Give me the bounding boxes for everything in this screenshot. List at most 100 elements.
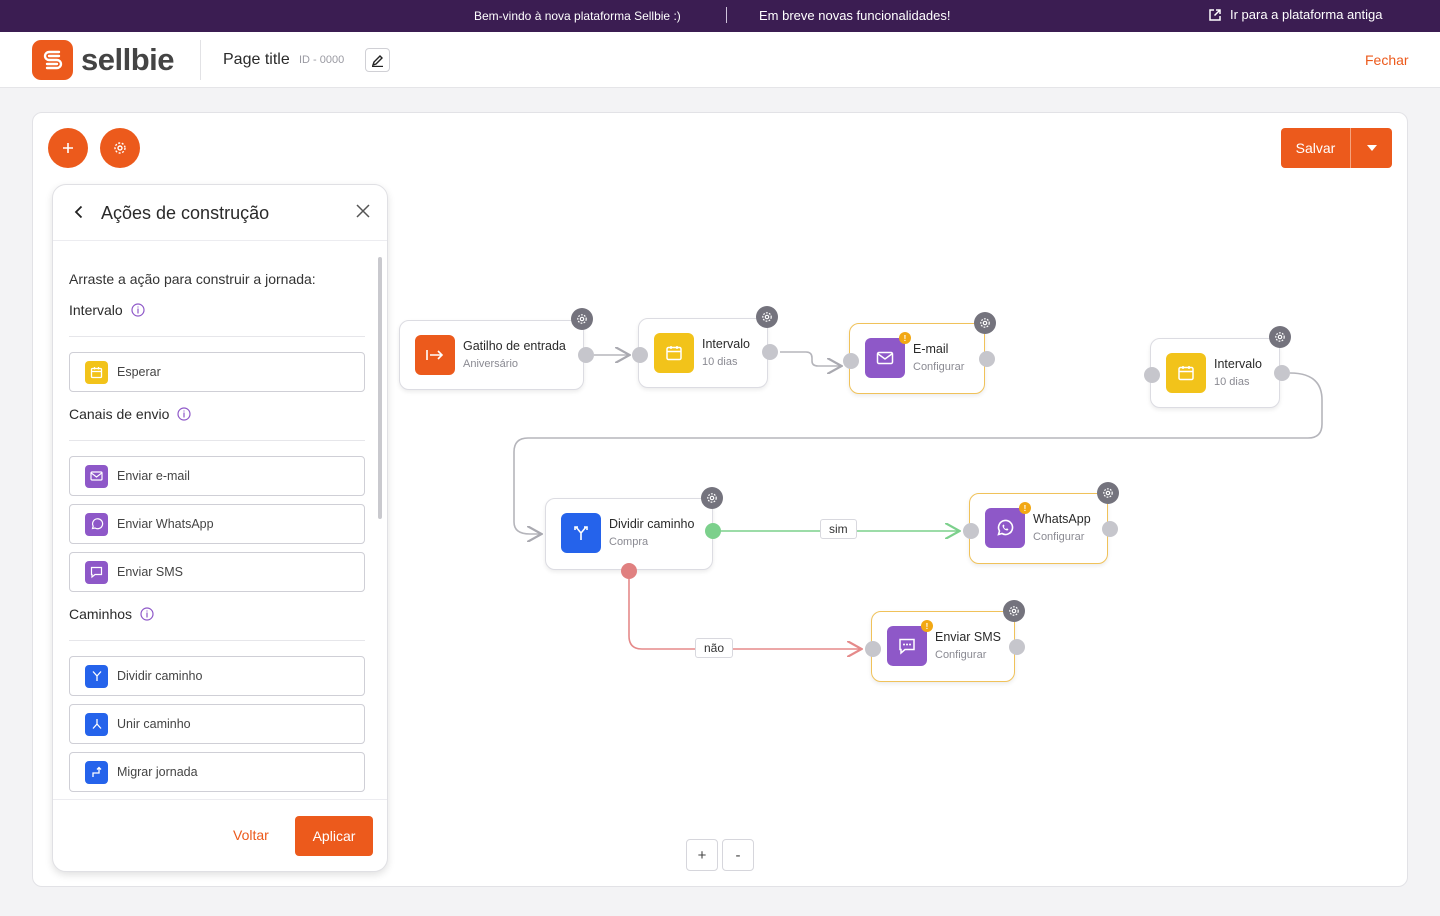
action-send-email[interactable]: Enviar e-mail [69,456,365,496]
zoom-in-button[interactable]: + [686,839,718,871]
node-interval[interactable]: Intervalo 10 dias [638,318,768,388]
gear-icon [980,318,990,328]
back-link[interactable]: Voltar [233,827,269,843]
node-settings-gear[interactable] [1269,326,1291,348]
gear-icon [707,493,717,503]
calendar-icon [654,333,694,373]
yes-label: sim [820,519,857,539]
section-title-channels: Canais de envio [69,406,192,422]
input-port[interactable] [963,523,979,539]
calendar-icon [85,360,108,384]
input-port[interactable] [632,347,648,363]
node-settings-gear[interactable] [1097,482,1119,504]
gear-icon [762,312,772,322]
section-label: Canais de envio [69,406,170,422]
output-port[interactable] [578,347,594,363]
node-subtitle: Compra [609,536,649,548]
action-label: Enviar e-mail [117,469,190,483]
split-icon [85,664,108,688]
node-title: Intervalo [702,337,750,351]
output-port[interactable] [979,351,995,367]
apply-button[interactable]: Aplicar [295,816,373,856]
back-icon[interactable] [71,204,87,220]
output-port[interactable] [762,344,778,360]
panel-scrollbar[interactable] [378,257,382,519]
node-settings-gear[interactable] [701,487,723,509]
warning-badge: ! [1019,502,1031,514]
node-settings-gear[interactable] [974,312,996,334]
merge-icon [85,712,108,736]
output-port[interactable] [1009,639,1025,655]
output-port[interactable] [1102,521,1118,537]
node-title: E-mail [913,342,949,356]
chat-icon [85,560,108,584]
node-interval[interactable]: Intervalo 10 dias [1150,338,1280,408]
action-label: Dividir caminho [117,669,203,683]
action-wait[interactable]: Esperar [69,352,365,392]
node-subtitle: Configurar [913,361,965,373]
connector-no-path [628,579,860,649]
node-title: Enviar SMS [935,630,1001,644]
no-label: não [695,638,734,658]
action-label: Esperar [117,365,161,379]
migrate-icon [85,760,108,784]
gear-icon [1103,488,1113,498]
calendar-icon [1166,353,1206,393]
section-divider [69,440,365,441]
panel-footer: Voltar Aplicar [53,799,387,871]
info-icon[interactable] [131,303,145,317]
node-title: Gatilho de entrada [463,339,566,353]
action-label: Unir caminho [117,717,191,731]
section-title-interval: Intervalo [69,302,145,318]
action-send-whatsapp[interactable]: Enviar WhatsApp [69,504,365,544]
node-subtitle: Configurar [1033,531,1085,543]
action-merge-path[interactable]: Unir caminho [69,704,365,744]
gear-icon [577,314,587,324]
node-entry-trigger[interactable]: Gatilho de entrada Aniversário [399,320,584,390]
node-subtitle: 10 dias [1214,376,1250,388]
zoom-out-button[interactable]: - [722,839,754,871]
node-settings-gear[interactable] [571,308,593,330]
node-split-path[interactable]: Dividir caminho Compra [545,498,713,570]
gear-icon [1009,606,1019,616]
action-label: Enviar SMS [117,565,183,579]
section-divider [69,640,365,641]
action-migrate-journey[interactable]: Migrar jornada [69,752,365,792]
node-subtitle: 10 dias [702,356,738,368]
input-port[interactable] [865,641,881,657]
info-icon[interactable] [140,607,154,621]
action-label: Migrar jornada [117,765,198,779]
node-email[interactable]: E-mail Configurar [849,323,985,394]
action-send-sms[interactable]: Enviar SMS [69,552,365,592]
node-sms[interactable]: Enviar SMS Configurar [871,611,1015,682]
whatsapp-icon [85,512,108,536]
mail-icon [865,338,905,378]
output-port[interactable] [1274,365,1290,381]
split-icon [561,513,601,553]
whatsapp-icon [985,508,1025,548]
node-whatsapp[interactable]: WhatsApp Configurar [969,493,1108,564]
node-settings-gear[interactable] [756,306,778,328]
input-port[interactable] [843,353,859,369]
info-icon[interactable] [177,407,192,421]
node-settings-gear[interactable] [1003,600,1025,622]
panel-title: Ações de construção [101,203,270,223]
close-icon[interactable] [355,203,371,219]
node-title: Dividir caminho [609,517,695,531]
gear-icon [1275,332,1285,342]
section-label: Caminhos [69,606,133,622]
mail-icon [85,464,108,488]
input-port[interactable] [1144,367,1160,383]
build-actions-panel: Ações de construção Arraste a ação para … [52,184,388,872]
action-split-path[interactable]: Dividir caminho [69,656,365,696]
section-title-paths: Caminhos [69,606,154,622]
section-divider [69,336,365,337]
yes-output-port[interactable] [705,523,721,539]
node-subtitle: Aniversário [463,358,519,370]
connector-interval-email [780,351,840,366]
node-subtitle: Configurar [935,649,987,661]
no-output-port[interactable] [621,563,637,579]
node-title: WhatsApp [1033,512,1091,526]
action-label: Enviar WhatsApp [117,517,214,531]
warning-badge: ! [921,620,933,632]
